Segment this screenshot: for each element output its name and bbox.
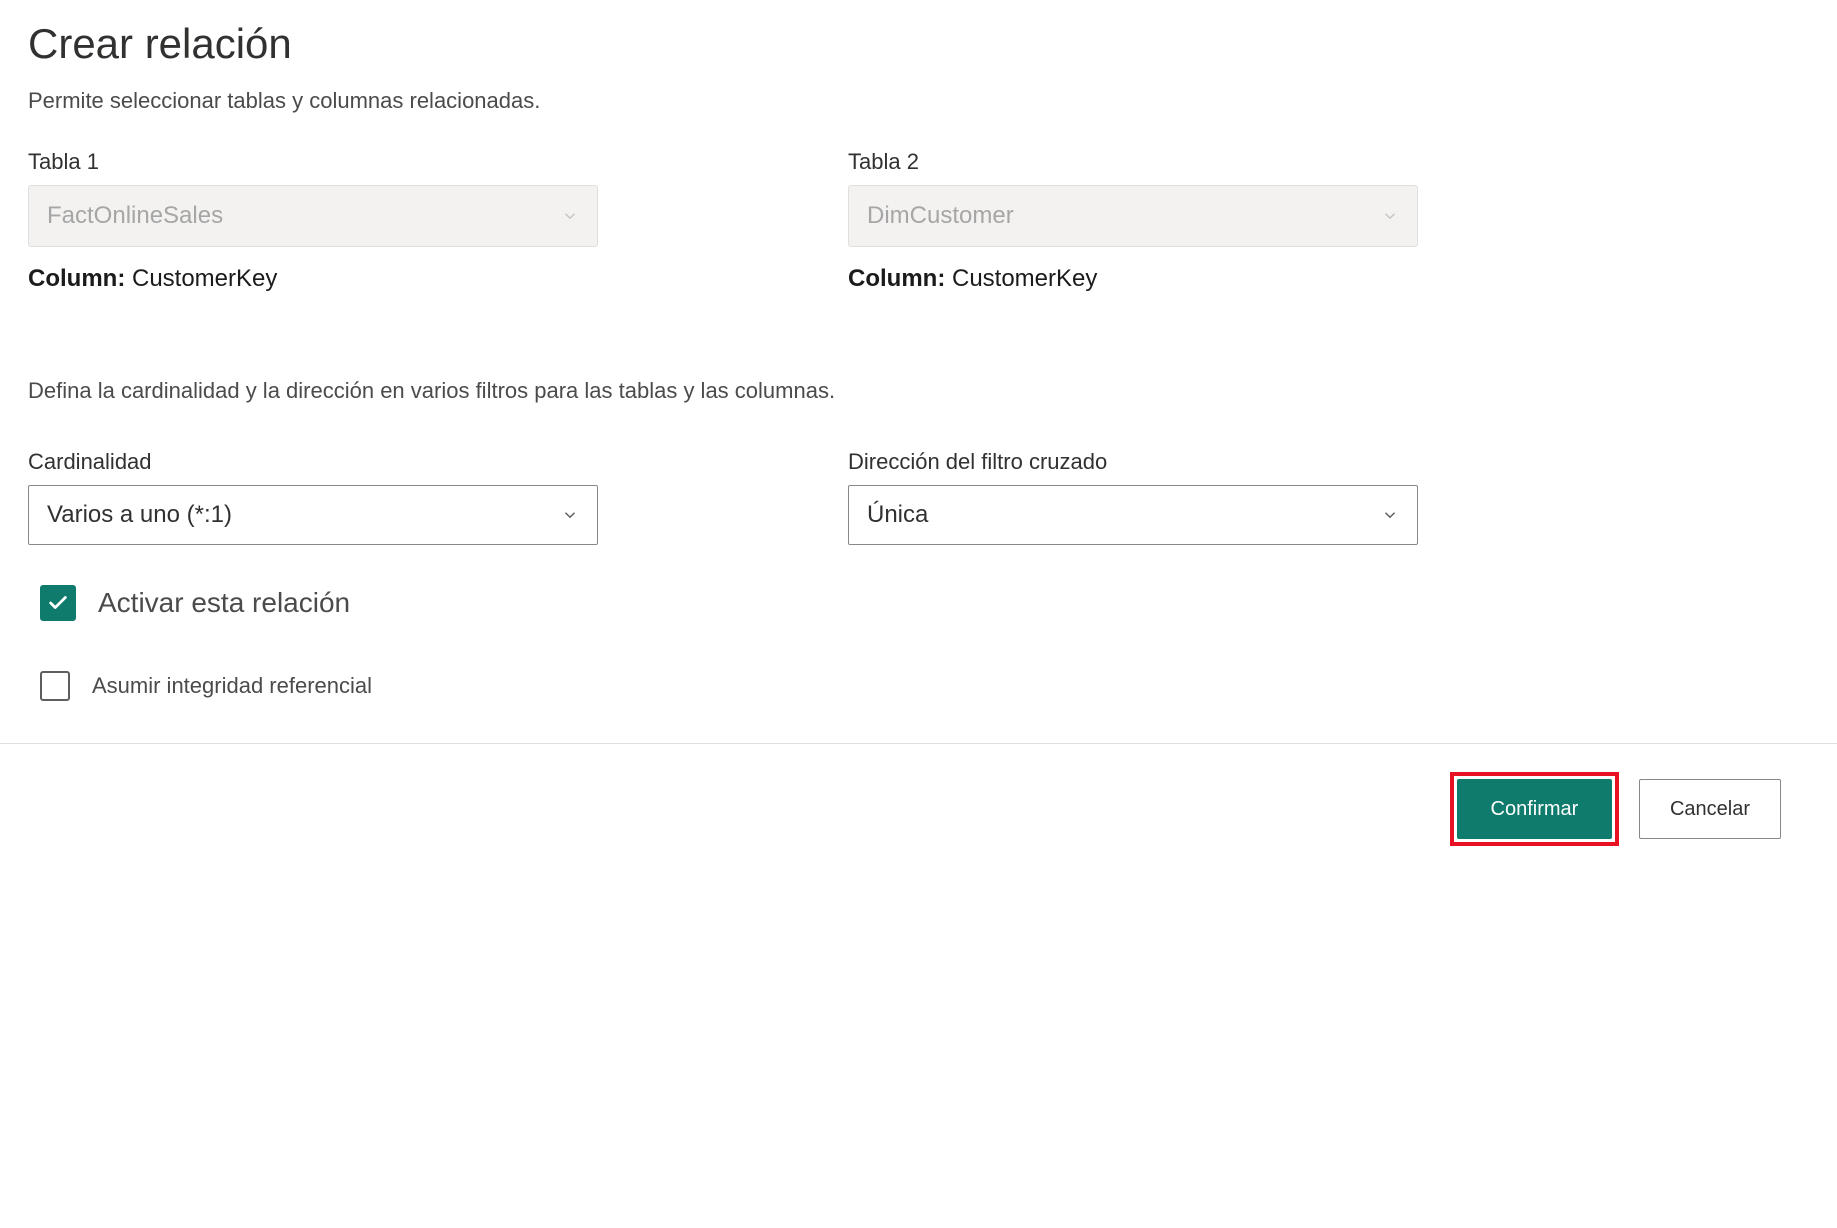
assume-integrity-label: Asumir integridad referencial [92,673,372,699]
cancel-button[interactable]: Cancelar [1639,779,1781,839]
activate-relationship-label: Activar esta relación [98,587,350,619]
table2-label: Tabla 2 [848,149,1418,175]
cardinality-description: Defina la cardinalidad y la dirección en… [28,378,1809,404]
chevron-down-icon [1381,207,1399,225]
table2-block: Tabla 2 DimCustomer Column: CustomerKey [848,149,1418,293]
activate-relationship-row: Activar esta relación [28,585,1809,621]
table1-value: FactOnlineSales [47,202,223,230]
cardinality-block: Cardinalidad Varios a uno (*:1) [28,449,598,545]
confirm-highlight: Confirmar [1450,772,1619,846]
activate-relationship-checkbox[interactable] [40,585,76,621]
dialog-footer: Confirmar Cancelar [28,744,1809,874]
create-relationship-dialog: Crear relación Permite seleccionar tabla… [0,0,1837,874]
cardinality-value: Varios a uno (*:1) [47,501,232,529]
chevron-down-icon [1381,506,1399,524]
check-icon [47,592,69,614]
tables-row: Tabla 1 FactOnlineSales Column: Customer… [28,149,1809,293]
dialog-subtitle: Permite seleccionar tablas y columnas re… [28,88,1809,114]
cardinality-select[interactable]: Varios a uno (*:1) [28,485,598,545]
dialog-title: Crear relación [28,20,1809,68]
table2-column: Column: CustomerKey [848,265,1418,293]
assume-integrity-checkbox[interactable] [40,671,70,701]
cross-filter-select[interactable]: Única [848,485,1418,545]
table1-select[interactable]: FactOnlineSales [28,185,598,247]
chevron-down-icon [561,207,579,225]
dropdown-row: Cardinalidad Varios a uno (*:1) Direcció… [28,449,1809,545]
confirm-button[interactable]: Confirmar [1457,779,1612,839]
table1-column: Column: CustomerKey [28,265,598,293]
table2-select[interactable]: DimCustomer [848,185,1418,247]
table1-block: Tabla 1 FactOnlineSales Column: Customer… [28,149,598,293]
cross-filter-block: Dirección del filtro cruzado Única [848,449,1418,545]
table1-label: Tabla 1 [28,149,598,175]
cross-filter-label: Dirección del filtro cruzado [848,449,1418,475]
assume-integrity-row: Asumir integridad referencial [28,671,1809,701]
chevron-down-icon [561,506,579,524]
cardinality-label: Cardinalidad [28,449,598,475]
cross-filter-value: Única [867,501,928,529]
table2-value: DimCustomer [867,202,1014,230]
